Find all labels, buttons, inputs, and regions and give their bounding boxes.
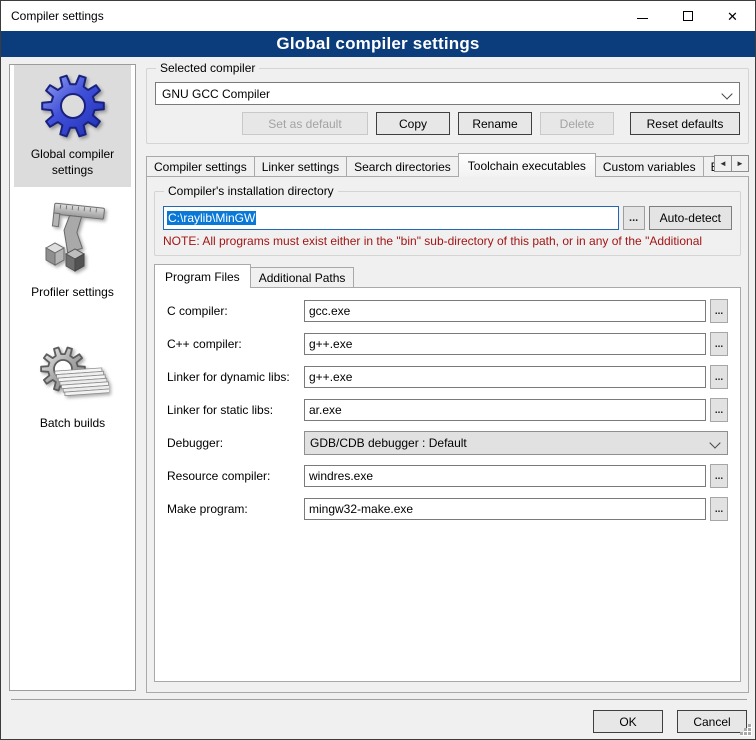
sidebar-item-label: Profiler settings [31,285,114,301]
tab-scroll-right-button[interactable]: ► [731,155,749,172]
tab-scroll-buttons: ◄ ► [714,155,749,172]
program-files-page: C compiler: ... C++ compiler: ... Linker… [154,287,741,682]
linker-static-input[interactable] [304,399,706,421]
make-program-input[interactable] [304,498,706,520]
sidebar-item-batch-builds[interactable]: Batch builds [14,336,131,441]
close-button[interactable]: ✕ [710,1,755,31]
chevron-down-icon [721,88,732,99]
minimize-button[interactable] [620,1,665,31]
browse-directory-button[interactable]: ... [623,206,645,230]
titlebar[interactable]: Compiler settings ✕ [1,1,755,31]
selected-compiler-legend: Selected compiler [156,61,259,75]
debugger-select[interactable]: GDB/CDB debugger : Default [304,431,728,455]
dialog-body: Global compiler settings [1,58,755,739]
field-label: C++ compiler: [167,337,304,351]
cancel-button[interactable]: Cancel [677,710,747,733]
browse-make-program-button[interactable]: ... [710,497,728,521]
compiler-select[interactable]: GNU GCC Compiler [155,82,740,105]
field-label: Linker for dynamic libs: [167,370,304,384]
tab-additional-paths[interactable]: Additional Paths [250,267,355,287]
cpp-compiler-input[interactable] [304,333,706,355]
browse-resource-compiler-button[interactable]: ... [710,464,728,488]
sidebar-item-label: Batch builds [40,416,105,432]
tab-custom-variables[interactable]: Custom variables [595,156,704,176]
selected-compiler-group: Selected compiler GNU GCC Compiler Set a… [146,68,749,144]
installation-directory-input[interactable]: C:\raylib\MinGW [163,206,619,230]
maximize-icon [683,11,693,21]
tab-program-files[interactable]: Program Files [154,264,251,288]
auto-detect-button[interactable]: Auto-detect [649,206,732,230]
c-compiler-input[interactable] [304,300,706,322]
tab-scroll-left-button[interactable]: ◄ [714,155,732,172]
compiler-settings-dialog: Compiler settings ✕ Global compiler sett… [0,0,756,740]
field-label: Linker for static libs: [167,403,304,417]
close-icon: ✕ [727,10,738,23]
rename-button[interactable]: Rename [458,112,532,135]
reset-defaults-button[interactable]: Reset defaults [630,112,740,135]
tab-toolchain-executables[interactable]: Toolchain executables [458,153,596,177]
browse-c-compiler-button[interactable]: ... [710,299,728,323]
installation-directory-value: C:\raylib\MinGW [167,211,256,225]
window-controls: ✕ [620,1,755,31]
delete-button[interactable]: Delete [540,112,614,135]
browse-linker-dynamic-button[interactable]: ... [710,365,728,389]
resource-compiler-input[interactable] [304,465,706,487]
tab-compiler-settings[interactable]: Compiler settings [146,156,255,176]
form-row-debugger: Debugger: GDB/CDB debugger : Default [167,431,728,455]
dialog-banner: Global compiler settings [1,31,755,57]
toolchain-executables-page: Compiler's installation directory C:\ray… [146,176,749,693]
form-row-linker-dynamic: Linker for dynamic libs: ... [167,365,728,389]
dialog-banner-title: Global compiler settings [276,34,479,54]
installation-note: NOTE: All programs must exist either in … [163,234,732,248]
installation-directory-group: Compiler's installation directory C:\ray… [154,191,741,256]
copy-button[interactable]: Copy [376,112,450,135]
batch-builds-icon [37,343,109,409]
caliper-icon [38,202,108,278]
window-title: Compiler settings [1,9,104,23]
settings-tabstrip: Compiler settings Linker settings Search… [146,153,749,176]
tab-linker-settings[interactable]: Linker settings [254,156,347,176]
field-label: Debugger: [167,436,304,450]
arrow-right-icon: ► [736,159,744,168]
browse-cpp-compiler-button[interactable]: ... [710,332,728,356]
dialog-footer: OK Cancel [11,699,747,733]
form-row-resource-compiler: Resource compiler: ... [167,464,728,488]
browse-linker-static-button[interactable]: ... [710,398,728,422]
linker-dynamic-input[interactable] [304,366,706,388]
set-as-default-button[interactable]: Set as default [242,112,368,135]
field-label: Resource compiler: [167,469,304,483]
program-files-tabstrip: Program Files Additional Paths [154,264,741,287]
minimize-icon [637,18,648,19]
installation-directory-legend: Compiler's installation directory [164,184,338,198]
chevron-down-icon [709,437,720,448]
main-panel: Selected compiler GNU GCC Compiler Set a… [146,68,749,693]
field-label: C compiler: [167,304,304,318]
sidebar-item-global-compiler-settings[interactable]: Global compiler settings [14,65,131,187]
settings-category-list: Global compiler settings [9,64,136,691]
blue-gear-icon [39,72,107,140]
sidebar-item-profiler-settings[interactable]: Profiler settings [14,195,131,310]
form-row-linker-static: Linker for static libs: ... [167,398,728,422]
maximize-button[interactable] [665,1,710,31]
ok-button[interactable]: OK [593,710,663,733]
compiler-buttons: Set as default Copy Rename Delete Reset … [155,112,740,135]
form-row-make-program: Make program: ... [167,497,728,521]
tab-search-directories[interactable]: Search directories [346,156,459,176]
sidebar-item-label: Global compiler settings [16,147,129,178]
field-label: Make program: [167,502,304,516]
arrow-left-icon: ◄ [719,159,727,168]
form-row-cpp-compiler: C++ compiler: ... [167,332,728,356]
form-row-c-compiler: C compiler: ... [167,299,728,323]
compiler-select-value: GNU GCC Compiler [162,87,270,101]
debugger-select-value: GDB/CDB debugger : Default [310,436,467,450]
resize-grip[interactable] [740,724,752,736]
